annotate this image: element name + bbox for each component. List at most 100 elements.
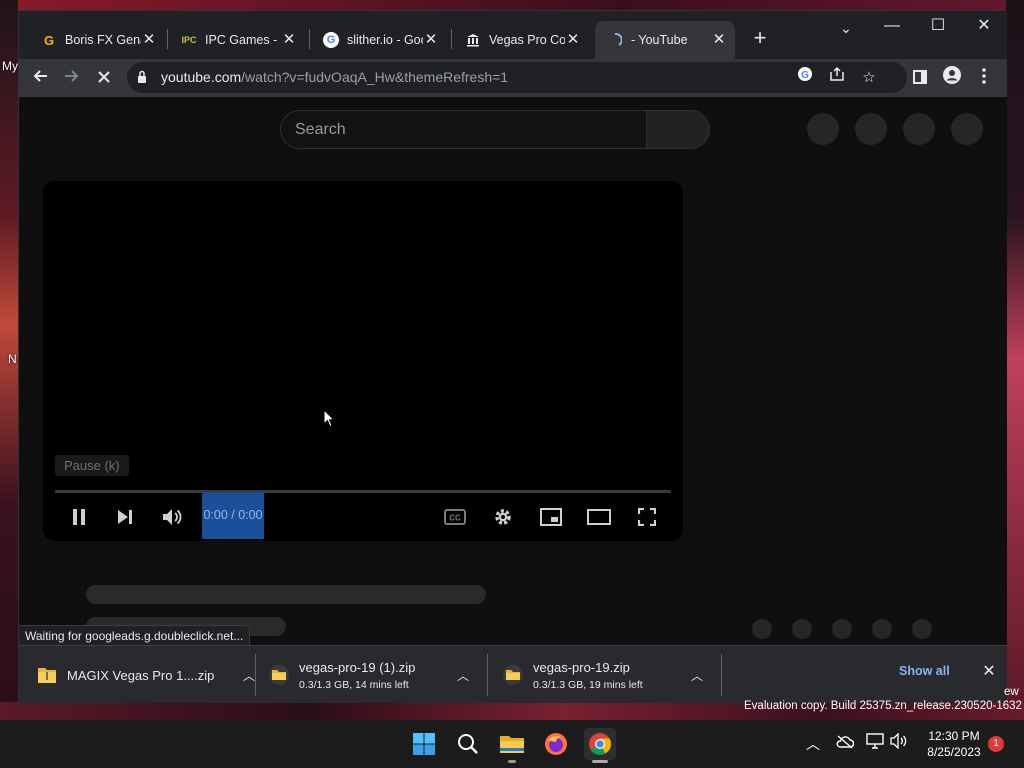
close-icon[interactable]: ✕ bbox=[141, 32, 157, 48]
firefox-button[interactable] bbox=[540, 728, 572, 760]
next-button[interactable] bbox=[107, 501, 143, 533]
stop-loading-button[interactable] bbox=[89, 63, 119, 93]
url-text[interactable]: youtube.com/watch?v=fudvOaqA_Hw&themeRef… bbox=[161, 62, 508, 93]
tab-divider bbox=[451, 29, 452, 49]
notification-badge[interactable]: 1 bbox=[988, 736, 1004, 752]
close-shelf-button[interactable]: ✕ bbox=[979, 662, 999, 682]
skeleton-icon-placeholder bbox=[807, 113, 839, 145]
mouse-cursor-icon bbox=[323, 409, 335, 428]
download-filename: vegas-pro-19 (1).zip bbox=[299, 659, 416, 675]
volume-icon bbox=[163, 509, 182, 525]
g-favicon-icon: G bbox=[43, 32, 55, 48]
volume-icon[interactable] bbox=[888, 732, 910, 755]
browser-toolbar: youtube.com/watch?v=fudvOaqA_Hw&themeRef… bbox=[19, 59, 1007, 97]
browser-window: G Boris FX Genar ✕ IPC IPC Games - IP ✕ … bbox=[18, 10, 1007, 704]
evaluation-copy-watermark: Evaluation copy. Build 25375.zn_release.… bbox=[744, 700, 1022, 712]
progress-bar[interactable] bbox=[55, 490, 671, 493]
skeleton-dot-placeholder bbox=[792, 619, 812, 639]
address-bar[interactable]: youtube.com/watch?v=fudvOaqA_Hw&themeRef… bbox=[127, 62, 907, 93]
video-player[interactable]: Pause (k) 0:00 / 0:00 CC bbox=[43, 181, 683, 541]
zip-folder-icon bbox=[269, 665, 289, 685]
desktop-icon-label[interactable]: N bbox=[8, 352, 17, 366]
download-item[interactable]: MAGIX Vegas Pro 1....zip ︿ bbox=[37, 646, 255, 704]
captions-button[interactable]: CC bbox=[437, 501, 473, 533]
start-button[interactable] bbox=[408, 728, 440, 760]
tab-slither-io[interactable]: G slither.io - Goo ✕ bbox=[311, 21, 447, 59]
tab-ipc-games[interactable]: IPC IPC Games - IP ✕ bbox=[169, 21, 305, 59]
network-icon[interactable] bbox=[864, 733, 886, 755]
share-icon[interactable] bbox=[825, 66, 849, 90]
captions-icon: CC bbox=[444, 509, 466, 525]
minimize-button[interactable]: — bbox=[869, 11, 915, 41]
clock-date: 8/25/2023 bbox=[927, 745, 981, 759]
miniplayer-icon bbox=[540, 508, 562, 526]
skeleton-dot-placeholder bbox=[912, 619, 932, 639]
settings-button[interactable] bbox=[485, 501, 521, 533]
download-item[interactable]: vegas-pro-19 (1).zip 0.3/1.3 GB, 14 mins… bbox=[269, 646, 483, 704]
running-indicator bbox=[508, 760, 516, 763]
search-icon bbox=[458, 734, 478, 754]
svg-text:CC: CC bbox=[449, 514, 461, 523]
search-input[interactable]: Search bbox=[280, 110, 646, 149]
divider bbox=[721, 654, 722, 696]
youtube-page: Search Pause (k) 0:00 / 0:00 CC Waiting … bbox=[19, 97, 1007, 645]
chevron-up-icon[interactable]: ︿ bbox=[455, 667, 471, 684]
close-window-button[interactable]: ✕ bbox=[961, 11, 1007, 41]
chrome-button[interactable] bbox=[584, 728, 616, 760]
chevron-up-icon[interactable]: ︿ bbox=[689, 667, 705, 684]
tab-vegas-pro[interactable]: Vegas Pro Coll ✕ bbox=[453, 21, 589, 59]
search-button[interactable] bbox=[452, 728, 484, 760]
search-button[interactable] bbox=[646, 110, 710, 149]
windows-logo-icon bbox=[413, 733, 435, 755]
watermark-fragment: ew bbox=[1004, 686, 1019, 698]
zip-folder-icon bbox=[503, 665, 523, 685]
skeleton-title-placeholder bbox=[86, 585, 486, 604]
desktop-icon-label[interactable]: My bbox=[2, 59, 18, 73]
skip-next-icon bbox=[118, 510, 132, 524]
maximize-button[interactable]: ☐ bbox=[915, 11, 961, 41]
svg-text:G: G bbox=[801, 70, 809, 81]
close-icon[interactable]: ✕ bbox=[423, 32, 439, 48]
google-lens-icon[interactable]: G bbox=[793, 66, 817, 90]
fullscreen-icon bbox=[638, 508, 656, 526]
bookmark-star-icon[interactable]: ☆ bbox=[857, 66, 881, 90]
fullscreen-button[interactable] bbox=[629, 501, 665, 533]
file-explorer-button[interactable] bbox=[496, 728, 528, 760]
download-item[interactable]: vegas-pro-19.zip 0.3/1.3 GB, 19 mins lef… bbox=[503, 646, 717, 704]
theater-mode-button[interactable] bbox=[581, 501, 617, 533]
volume-button[interactable] bbox=[154, 501, 190, 533]
player-tooltip: Pause (k) bbox=[55, 455, 129, 476]
forward-button[interactable] bbox=[57, 63, 87, 93]
show-all-downloads-link[interactable]: Show all bbox=[899, 664, 950, 678]
download-progress-text: 0.3/1.3 GB, 14 mins left bbox=[299, 678, 409, 691]
skeleton-avatar-placeholder bbox=[951, 113, 983, 145]
tab-youtube[interactable]: - YouTube ✕ bbox=[595, 21, 735, 59]
pause-button[interactable] bbox=[61, 501, 97, 533]
chevron-up-icon[interactable]: ︿ bbox=[802, 733, 824, 755]
back-button[interactable] bbox=[25, 63, 55, 93]
cloud-offline-icon[interactable] bbox=[834, 733, 856, 755]
clock[interactable]: 12:30 PM 8/25/2023 bbox=[918, 728, 990, 760]
time-display: 0:00 / 0:00 bbox=[202, 492, 264, 539]
skeleton-dot-placeholder bbox=[832, 619, 852, 639]
firefox-icon bbox=[545, 733, 567, 755]
pause-icon bbox=[73, 509, 85, 525]
desktop-wallpaper-right bbox=[1006, 0, 1024, 720]
close-icon[interactable]: ✕ bbox=[281, 32, 297, 48]
side-panel-icon bbox=[913, 70, 927, 84]
skeleton-dot-placeholder bbox=[872, 619, 892, 639]
profile-button[interactable] bbox=[937, 63, 967, 93]
folder-icon bbox=[500, 736, 524, 753]
side-panel-button[interactable] bbox=[905, 63, 935, 93]
close-icon[interactable]: ✕ bbox=[711, 32, 727, 48]
close-icon[interactable]: ✕ bbox=[565, 32, 581, 48]
menu-button[interactable] bbox=[969, 63, 999, 93]
clock-time: 12:30 PM bbox=[928, 729, 980, 743]
tab-boris-fx[interactable]: G Boris FX Genar ✕ bbox=[29, 21, 165, 59]
miniplayer-button[interactable] bbox=[533, 501, 569, 533]
lock-icon[interactable] bbox=[137, 69, 147, 85]
loading-spinner-icon bbox=[607, 32, 623, 48]
active-indicator bbox=[592, 760, 608, 763]
new-tab-button[interactable]: + bbox=[746, 25, 774, 53]
tab-search-button[interactable]: ⌄ bbox=[823, 13, 869, 43]
